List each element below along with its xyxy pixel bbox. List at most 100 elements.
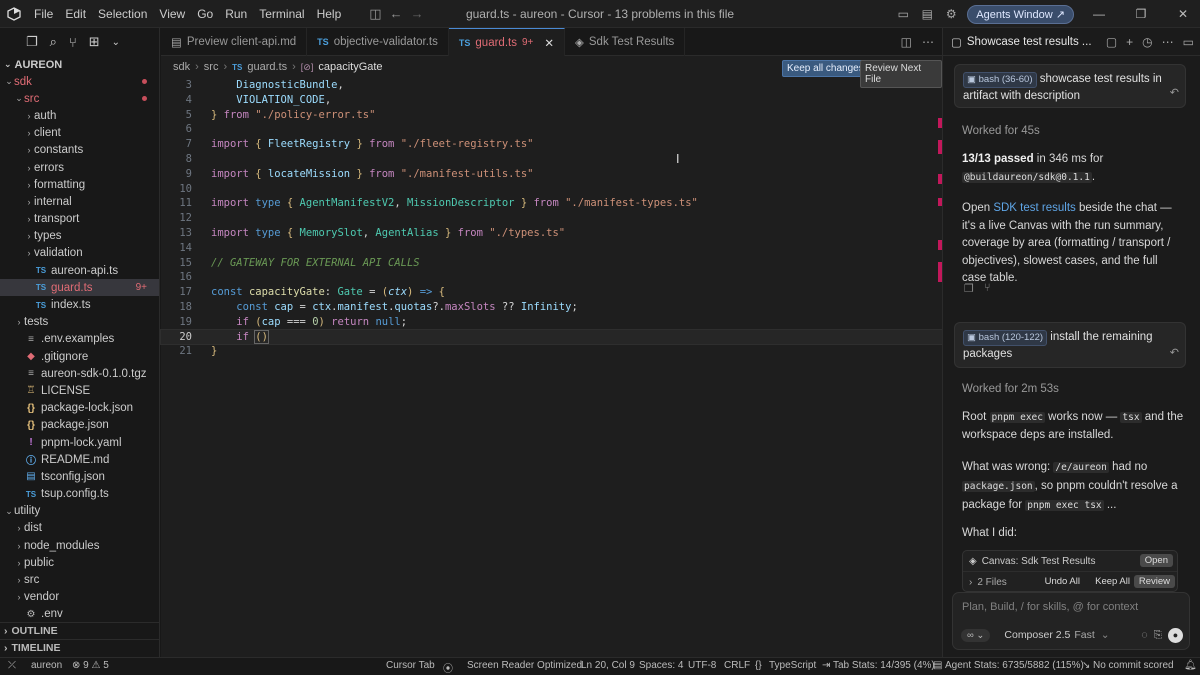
folder-item[interactable]: › dist bbox=[0, 520, 159, 537]
code-line[interactable]: 12 bbox=[161, 211, 942, 226]
terminal-pill[interactable]: ▣ bash (36-60) bbox=[963, 72, 1037, 88]
file-item[interactable]: ! pnpm-lock.yaml bbox=[0, 434, 159, 451]
code-line[interactable]: 16 bbox=[161, 270, 942, 285]
menu-run[interactable]: Run bbox=[219, 0, 253, 28]
revert-icon[interactable]: ↶ bbox=[1170, 85, 1179, 102]
timeline-section[interactable]: › TIMELINE bbox=[0, 639, 160, 656]
code-line[interactable]: 5} from "./policy-error.ts" bbox=[161, 108, 942, 123]
file-item[interactable]: ≡ .env.examples bbox=[0, 331, 159, 348]
new-chat-icon[interactable]: ▢ bbox=[1106, 35, 1117, 49]
folder-item[interactable]: › constants bbox=[0, 142, 159, 159]
explorer-files-icon[interactable]: ❐ bbox=[26, 34, 38, 50]
review-button[interactable]: Review bbox=[1133, 575, 1175, 588]
canvas-open-button[interactable]: Open bbox=[1139, 554, 1173, 567]
editor-tab[interactable]: TS objective-validator.ts bbox=[307, 28, 449, 56]
menu-go[interactable]: Go bbox=[191, 0, 219, 28]
mode-selector[interactable]: ∞ ⌄ bbox=[961, 628, 991, 642]
undo-all-button[interactable]: Undo All bbox=[1040, 575, 1085, 588]
line-ending[interactable]: CRLF bbox=[724, 660, 750, 671]
chevron-down-icon[interactable]: ⌄ bbox=[1101, 629, 1110, 641]
split-editor-icon[interactable]: ◫ bbox=[901, 35, 912, 49]
menu-help[interactable]: Help bbox=[311, 0, 348, 28]
panel-icon[interactable]: ▭ bbox=[1183, 35, 1194, 49]
agent-stats[interactable]: Agent Stats: 6735/5882 (115%) bbox=[945, 660, 1084, 671]
keep-all-changes-button[interactable]: Keep all changes bbox=[782, 60, 869, 77]
menu-terminal[interactable]: Terminal bbox=[253, 0, 310, 28]
folder-item[interactable]: › formatting bbox=[0, 176, 159, 193]
user-message[interactable]: ▣ bash (120-122) install the remaining p… bbox=[954, 322, 1186, 368]
close-window-icon[interactable]: ✕ bbox=[1166, 7, 1200, 21]
folder-item[interactable]: › vendor bbox=[0, 589, 159, 606]
folder-item[interactable]: › transport bbox=[0, 211, 159, 228]
menu-selection[interactable]: Selection bbox=[92, 0, 153, 28]
chat-icon[interactable]: ▤ bbox=[919, 7, 935, 21]
folder-item[interactable]: › node_modules bbox=[0, 537, 159, 554]
folder-item[interactable]: › src bbox=[0, 571, 159, 588]
cursor-position[interactable]: Ln 20, Col 9 bbox=[581, 660, 635, 671]
folder-item[interactable]: › types bbox=[0, 228, 159, 245]
editor-tab[interactable]: ▤ Preview client-api.md bbox=[161, 28, 308, 56]
revert-icon[interactable]: ↶ bbox=[1170, 345, 1179, 362]
editor-tab[interactable]: TS guard.ts 9+ ✕ bbox=[448, 28, 566, 56]
breadcrumb-item[interactable]: guard.ts bbox=[247, 61, 287, 73]
code-line[interactable]: 10 bbox=[161, 182, 942, 197]
chat-composer[interactable]: Plan, Build, / for skills, @ for context… bbox=[952, 592, 1190, 650]
code-line[interactable]: 15 // GATEWAY FOR EXTERNAL API CALLS bbox=[161, 256, 942, 271]
source-control-icon[interactable]: ⑂ bbox=[69, 35, 77, 50]
chevron-right-icon[interactable]: › bbox=[969, 577, 972, 588]
code-line[interactable]: 20 if () bbox=[160, 328, 943, 346]
maximize-icon[interactable]: ❐ bbox=[1124, 7, 1158, 21]
model-speed[interactable]: Fast bbox=[1074, 629, 1094, 641]
folder-item[interactable]: ⌄ sdk bbox=[0, 73, 159, 90]
file-item[interactable]: ♖ LICENSE bbox=[0, 382, 159, 399]
screen-reader-status[interactable]: Screen Reader Optimized bbox=[467, 660, 582, 671]
file-item[interactable]: TS aureon-api.ts bbox=[0, 262, 159, 279]
folder-item[interactable]: › auth bbox=[0, 107, 159, 124]
code-line[interactable]: 13 import type { MemorySlot, AgentAlias }… bbox=[161, 226, 942, 241]
commit-status[interactable]: No commit scored bbox=[1093, 660, 1174, 671]
cursor-tab-status[interactable]: Cursor Tab bbox=[386, 660, 435, 671]
history-icon[interactable]: ◷ bbox=[1142, 35, 1152, 49]
file-item[interactable]: TS index.ts bbox=[0, 296, 159, 313]
forward-arrow-icon[interactable]: → bbox=[411, 6, 424, 22]
file-item[interactable]: ⓘ README.md bbox=[0, 451, 159, 468]
search-icon[interactable]: ⌕ bbox=[50, 34, 57, 50]
extensions-icon[interactable]: ⊞ bbox=[89, 34, 100, 50]
layout-icon[interactable]: ▭ bbox=[895, 7, 911, 21]
sdk-test-results-link[interactable]: SDK test results bbox=[993, 202, 1075, 214]
more-actions-icon[interactable]: ⋯ bbox=[922, 35, 934, 49]
folder-item[interactable]: › client bbox=[0, 125, 159, 142]
code-line[interactable]: 21} bbox=[161, 344, 942, 359]
minimize-icon[interactable]: — bbox=[1082, 7, 1116, 21]
plus-icon[interactable]: + bbox=[1126, 35, 1133, 49]
back-arrow-icon[interactable]: ← bbox=[390, 6, 403, 22]
folder-item[interactable]: › internal bbox=[0, 193, 159, 210]
menu-edit[interactable]: Edit bbox=[59, 0, 92, 28]
folder-item[interactable]: ⌄ src bbox=[0, 90, 159, 107]
code-line[interactable]: 9 import { locateMission } from "./manife… bbox=[161, 167, 942, 182]
code-line[interactable]: 6 bbox=[161, 122, 942, 137]
breadcrumb-item[interactable]: sdk bbox=[173, 61, 190, 73]
code-editor[interactable]: 3 DiagnosticBundle, 4 VIOLATION_CODE, 5} f… bbox=[160, 78, 943, 359]
code-line[interactable]: 3 DiagnosticBundle, bbox=[161, 78, 942, 93]
attach-icon[interactable]: ⎘ bbox=[1154, 629, 1162, 642]
explorer-root-header[interactable]: ⌄ AUREON bbox=[0, 56, 159, 73]
language-mode[interactable]: TypeScript bbox=[769, 660, 816, 671]
code-line[interactable]: 17 const capacityGate: Gate = (ctx) => { bbox=[161, 285, 942, 300]
chevron-down-icon[interactable]: ⌄ bbox=[112, 37, 120, 48]
file-item[interactable]: ⚙ .env bbox=[0, 606, 159, 623]
folder-item[interactable]: › validation bbox=[0, 245, 159, 262]
file-item[interactable]: ▤ tsconfig.json bbox=[0, 468, 159, 485]
code-line[interactable]: 14 bbox=[161, 241, 942, 256]
folder-item[interactable]: ⌄ utility bbox=[0, 503, 159, 520]
folder-item[interactable]: › errors bbox=[0, 159, 159, 176]
file-item[interactable]: {} package-lock.json bbox=[0, 400, 159, 417]
tab-stats[interactable]: Tab Stats: 14/395 (4%) bbox=[833, 660, 935, 671]
outline-section[interactable]: › OUTLINE bbox=[0, 622, 160, 639]
file-item[interactable]: TS tsup.config.ts bbox=[0, 486, 159, 503]
user-message[interactable]: ▣ bash (36-60) showcase test results in … bbox=[954, 64, 1186, 108]
breadcrumb-item[interactable]: capacityGate bbox=[318, 61, 382, 73]
breadcrumb-item[interactable]: src bbox=[204, 61, 219, 73]
file-item[interactable]: ◆ .gitignore bbox=[0, 348, 159, 365]
code-line[interactable]: 19 if (cap === 0) return null; bbox=[161, 315, 942, 330]
